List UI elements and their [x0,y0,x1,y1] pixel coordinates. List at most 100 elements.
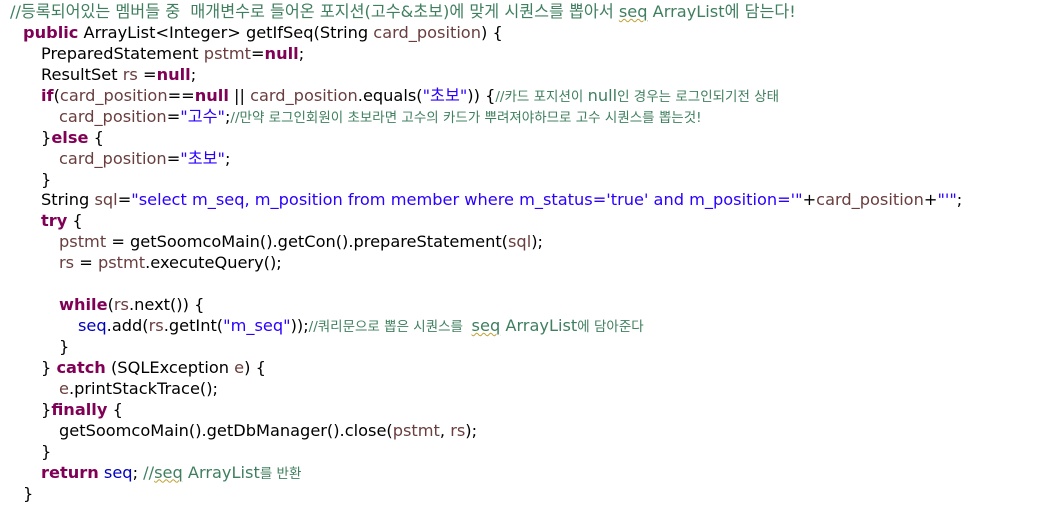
keyword-token: if [41,85,54,105]
keyword-token: null [264,43,299,63]
code-token: ; [132,462,144,482]
code-token: )) { [467,85,496,105]
code-line[interactable]: if(card_position==null || card_position.… [0,86,1045,107]
comment-token: ArrayList [500,316,578,336]
variable-token: pstmt [392,420,440,440]
code-line[interactable]: public ArrayList<Integer> getIfSeq(Strin… [0,23,1045,44]
code-token: )); [290,316,309,336]
variable-token: card_position [816,190,924,210]
comment-token: //쿼리문으로 뽑은 시퀀스를 [308,319,472,336]
code-line[interactable]: card_position="고수";//만약 로그인회원이 초보라면 고수의 … [0,107,1045,128]
keyword-token: finally [51,399,108,419]
keyword-token: while [59,295,108,315]
keyword-token: try [41,211,68,231]
keyword-token: null [194,85,229,105]
code-token: .printStackTrace(); [68,378,218,398]
comment-token: ArrayList에 담는다! [647,2,796,21]
variable-token: rs [450,420,466,440]
code-editor[interactable]: //등록되어있는 멤버들 중 매개변수로 들어온 포지션(고수&초보)에 맞게 … [0,0,1045,522]
code-line[interactable]: pstmt = getSoomcoMain().getCon().prepare… [0,232,1045,253]
code-token: ) { [244,357,266,377]
code-line[interactable]: ​ [0,274,1045,295]
code-token: = [117,190,132,210]
comment-token: null [587,85,618,105]
variable-token: sql [508,232,532,252]
code-token: .equals( [357,85,423,105]
code-line[interactable]: PreparedStatement pstmt=null; [0,44,1045,65]
code-line[interactable]: rs = pstmt.executeQuery(); [0,253,1045,274]
code-token: ) { [480,22,503,42]
variable-token: rs [122,64,138,84]
code-token: (SQLException [105,357,235,377]
variable-token: rs [59,253,75,273]
spell-warning-token: seq [471,316,501,336]
keyword-token: public [23,22,79,42]
code-token: ResultSet [41,64,123,84]
code-line[interactable]: }finally { [0,400,1045,421]
code-token: ; [298,43,305,63]
code-line[interactable]: //등록되어있는 멤버들 중 매개변수로 들어온 포지션(고수&초보)에 맞게 … [0,2,1045,23]
comment-token: // [143,462,155,482]
keyword-token: null [156,64,191,84]
code-token: } [41,169,52,189]
variable-token: card_position [59,106,167,126]
code-token: .add( [106,316,149,336]
variable-token: rs [148,316,164,336]
variable-token: pstmt [97,253,146,273]
code-line[interactable]: } [0,442,1045,463]
variable-token: card_position [250,85,358,105]
code-token: } [41,399,52,419]
code-token: .getInt( [163,316,224,336]
code-token: String [41,190,95,210]
comment-token: 에 담아준다 [577,319,644,336]
comment-token: //카드 포지션이 [495,88,588,105]
variable-token: pstmt [203,43,251,63]
variable-token: e [59,378,69,398]
comment-token: 를 반환 [259,465,302,482]
code-token: } [23,483,34,503]
variable-token: card_position [59,148,167,168]
variable-token: card_position [373,22,481,42]
code-token: ); [465,420,478,440]
keyword-token: return [41,462,99,482]
string-literal-token: "'" [937,190,957,210]
code-line[interactable]: } [0,337,1045,358]
code-line[interactable]: } [0,170,1045,191]
code-token: ; [956,190,963,210]
field-token: seq [78,316,107,336]
variable-token: pstmt [59,232,107,252]
code-token: .executeQuery(); [145,253,282,273]
code-token: + [923,190,938,210]
code-token: getSoomcoMain().getDbManager().close( [59,420,393,440]
string-literal-token: "초보" [422,85,468,105]
code-line[interactable]: } [0,484,1045,505]
code-line[interactable]: while(rs.next()) { [0,295,1045,316]
code-token: } [41,441,52,461]
string-literal-token: "고수" [180,106,225,126]
keyword-token: else [51,127,89,147]
code-token: .next()) { [128,295,205,315]
code-line[interactable]: return seq; //seq ArrayList를 반환 [0,463,1045,484]
code-token: ArrayList<Integer> getIfSeq(String [78,22,374,42]
code-line[interactable]: getSoomcoMain().getDbManager().close(pst… [0,421,1045,442]
comment-token: //만약 로그인회원이 초보라면 고수의 카드가 뿌려져야하므로 고수 시퀀스를… [230,109,702,126]
code-line[interactable]: ResultSet rs =null; [0,65,1045,86]
variable-token: e [234,357,245,377]
code-token: } [59,337,70,356]
code-line[interactable]: e.printStackTrace(); [0,379,1045,400]
code-line[interactable]: } catch (SQLException e) { [0,358,1045,379]
code-line[interactable]: card_position="초보"; [0,149,1045,170]
variable-token: card_position [59,85,168,105]
code-line[interactable]: seq.add(rs.getInt("m_seq"));//쿼리문으로 뽑은 시… [0,316,1045,337]
code-line[interactable]: try { [0,211,1045,232]
variable-token: rs [113,295,129,315]
code-token: = [250,43,265,63]
code-token: PreparedStatement [41,43,204,63]
code-token: { [88,127,104,147]
code-token: { [67,211,83,231]
code-line[interactable]: String sql="select m_seq, m_position fro… [0,190,1045,211]
code-token: = [166,106,181,126]
code-token: || [228,85,251,105]
code-line[interactable]: }else { [0,128,1045,149]
spell-warning-token: seq [154,462,183,482]
